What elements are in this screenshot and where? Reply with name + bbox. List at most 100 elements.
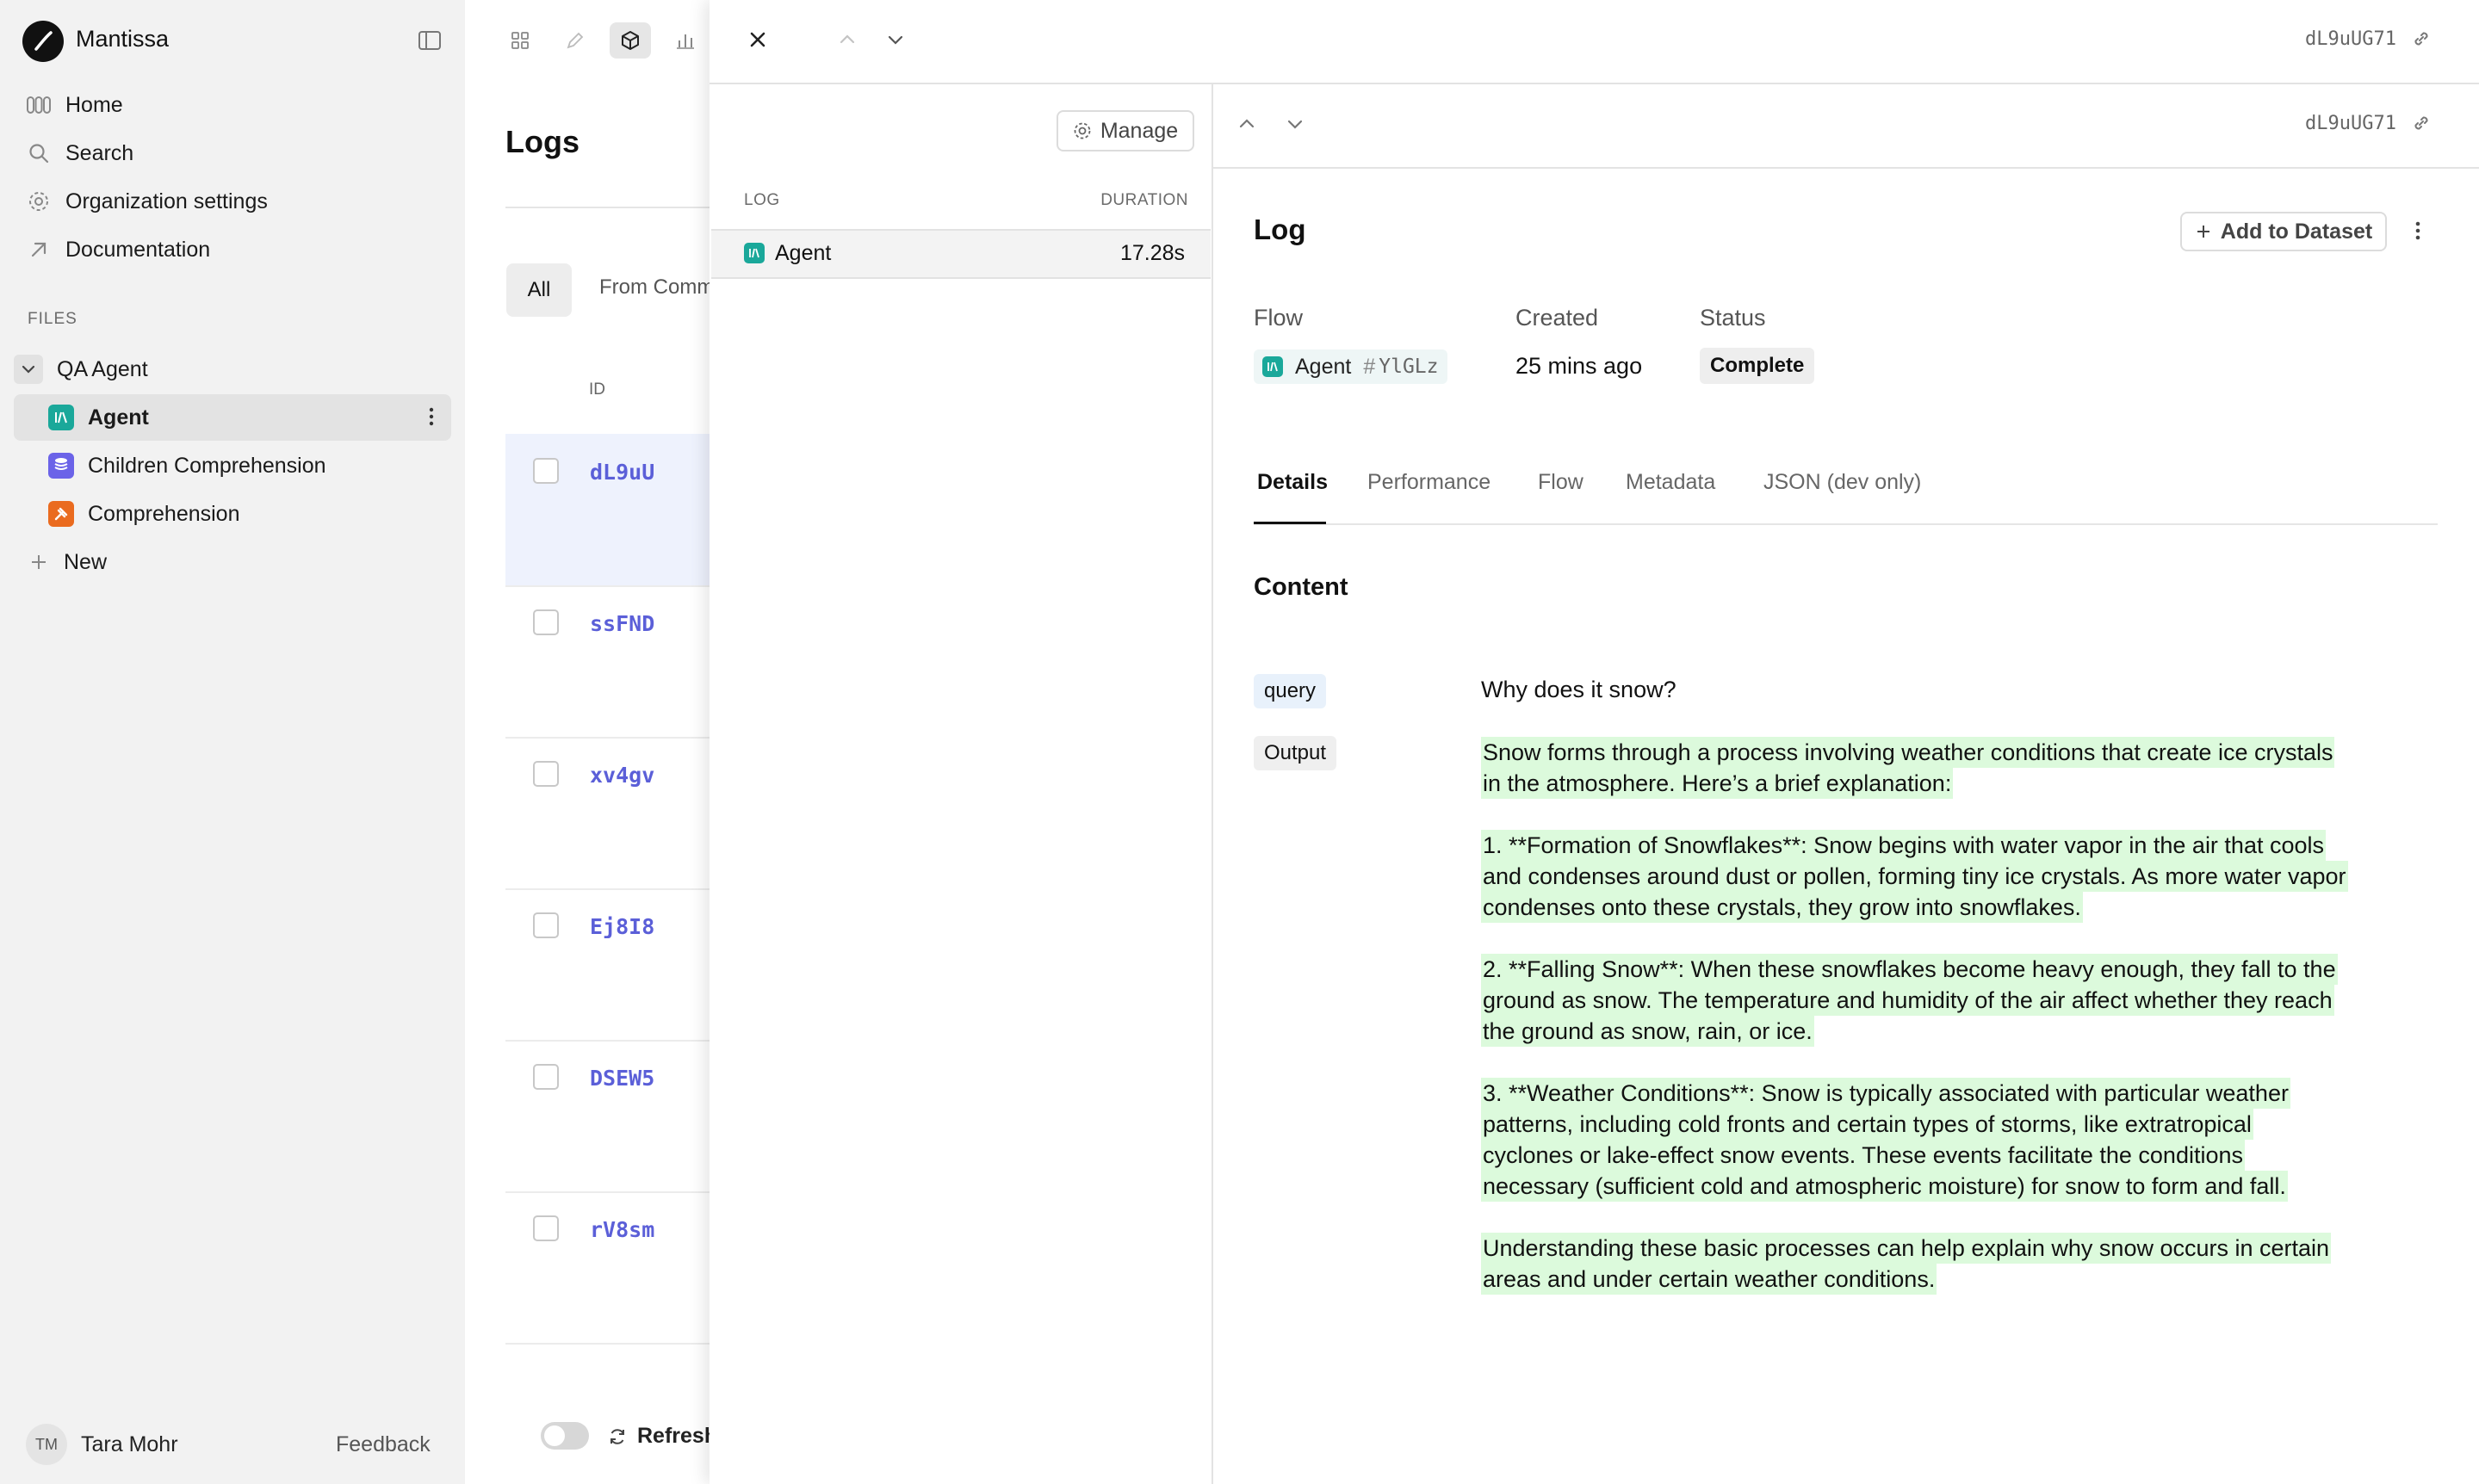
nav-organization-settings[interactable]: Organization settings — [26, 182, 268, 220]
gear-icon — [1073, 121, 1092, 140]
files-section-label: FILES — [28, 310, 77, 328]
tree-item-comprehension[interactable]: Comprehension — [14, 491, 451, 537]
tab-flow[interactable]: Flow — [1538, 470, 1583, 495]
output-line: patterns, including cold fronts and cert… — [1481, 1109, 2253, 1140]
flow-version: YlGLz — [1379, 356, 1439, 378]
filter-from-tab[interactable]: From Comm — [599, 275, 714, 300]
close-icon[interactable] — [746, 28, 770, 52]
manage-label: Manage — [1100, 118, 1179, 143]
tab-metadata[interactable]: Metadata — [1626, 470, 1715, 495]
bar-chart-icon[interactable] — [665, 22, 706, 59]
page-title: Logs — [505, 124, 579, 159]
divider — [505, 207, 729, 208]
nav-organization-settings-label: Organization settings — [65, 189, 268, 213]
tab-performance[interactable]: Performance — [1367, 470, 1490, 495]
row-checkbox[interactable] — [533, 1064, 559, 1090]
log-id[interactable]: Ej8I8 — [590, 914, 654, 939]
row-checkbox[interactable] — [533, 458, 559, 484]
status-badge: Complete — [1700, 348, 1815, 384]
row-checkbox[interactable] — [533, 912, 559, 938]
more-vertical-icon[interactable] — [2411, 217, 2425, 244]
output-line: in the atmosphere. Here’s a brief explan… — [1481, 768, 1954, 799]
tree-folder-qa-agent[interactable]: QA Agent — [14, 346, 451, 393]
cube-icon[interactable] — [610, 22, 651, 59]
log-id[interactable]: ssFND — [590, 611, 654, 636]
tree-item-agent[interactable]: Agent — [14, 394, 451, 441]
chevron-down-icon[interactable] — [14, 355, 43, 384]
auto-refresh-toggle[interactable] — [541, 1422, 589, 1450]
log-id[interactable]: rV8sm — [590, 1217, 654, 1242]
plus-icon — [2195, 223, 2212, 240]
divider — [1212, 167, 2479, 169]
grid-view-icon[interactable] — [499, 22, 541, 59]
log-id-text: dL9uUG71 — [2305, 112, 2396, 134]
refresh-label: Refresh — [637, 1424, 718, 1448]
active-tab-indicator — [1254, 522, 1326, 524]
output-line: ground as snow. The temperature and humi… — [1481, 985, 2334, 1016]
content-heading: Content — [1254, 573, 1348, 601]
filter-all-tab[interactable]: All — [506, 263, 572, 317]
hash-symbol: # — [1363, 354, 1376, 379]
chevron-down-icon[interactable] — [1283, 112, 1307, 136]
pencil-icon[interactable] — [555, 22, 596, 59]
chevron-up-icon[interactable] — [1235, 112, 1259, 136]
log-id[interactable]: dL9uU — [590, 460, 654, 485]
output-line: necessary (sufficient cold and atmospher… — [1481, 1171, 2288, 1202]
id-column-header: ID — [589, 380, 605, 399]
nav-documentation[interactable]: Documentation — [26, 231, 210, 269]
detail-log-id: dL9uUG71 — [2305, 112, 2433, 134]
avatar[interactable]: TM — [26, 1424, 67, 1465]
link-icon[interactable] — [2410, 112, 2433, 134]
log-id-text: dL9uUG71 — [2305, 28, 2396, 50]
tree-new-label: New — [64, 549, 108, 574]
trace-log-header: LOG — [744, 191, 780, 209]
add-to-dataset-button[interactable]: Add to Dataset — [2180, 212, 2387, 251]
status-label: Status — [1700, 305, 1766, 331]
more-vertical-icon[interactable] — [429, 406, 434, 427]
drawer-log-id: dL9uUG71 — [2305, 28, 2433, 50]
feedback-link[interactable]: Feedback — [336, 1432, 431, 1457]
output-line: cyclones or lake-effect snow events. The… — [1481, 1140, 2245, 1171]
output-line: condenses onto these crystals, they grow… — [1481, 892, 2083, 923]
nav-home-label: Home — [65, 92, 123, 117]
output-line: Understanding these basic processes can … — [1481, 1233, 2332, 1264]
created-value: 25 mins ago — [1515, 353, 1643, 379]
output-line: Snow forms through a process involving w… — [1481, 737, 2335, 768]
output-line: the ground as snow, rain, or ice. — [1481, 1016, 1814, 1047]
output-line: 1. **Formation of Snowflakes**: Snow beg… — [1481, 830, 2326, 861]
log-id[interactable]: DSEW5 — [590, 1066, 654, 1091]
app-logo[interactable] — [22, 21, 64, 62]
flow-label: Flow — [1254, 305, 1304, 331]
nav-home[interactable]: Home — [26, 86, 123, 124]
output-line: 2. **Falling Snow**: When these snowflak… — [1481, 954, 2338, 985]
query-key-badge: query — [1254, 674, 1327, 708]
tree-item-agent-label: Agent — [88, 405, 149, 430]
query-value: Why does it snow? — [1481, 677, 1676, 702]
output-line: areas and under certain weather conditio… — [1481, 1264, 1937, 1295]
tab-details[interactable]: Details — [1257, 470, 1328, 495]
tree-item-children-comprehension[interactable]: Children Comprehension — [14, 442, 451, 489]
manage-button[interactable]: Manage — [1057, 110, 1194, 151]
trace-column — [710, 84, 1213, 1484]
sidebar-toggle-icon[interactable] — [417, 28, 443, 53]
tab-json[interactable]: JSON (dev only) — [1763, 470, 1921, 495]
row-checkbox[interactable] — [533, 761, 559, 787]
flow-version-chip[interactable]: Agent # YlGLz — [1254, 349, 1447, 384]
nav-search[interactable]: Search — [26, 134, 133, 172]
log-id[interactable]: xv4gv — [590, 763, 654, 788]
trace-row[interactable]: Agent 17.28s — [711, 229, 1211, 279]
tree-new-button[interactable]: New — [14, 539, 451, 585]
app-name: Mantissa — [76, 26, 170, 52]
refresh-button[interactable]: Refresh — [608, 1424, 717, 1449]
row-checkbox[interactable] — [533, 609, 559, 635]
output-line: and condenses around dust or pollen, for… — [1481, 861, 2348, 892]
chevron-up-icon[interactable] — [835, 28, 859, 52]
chevron-down-icon[interactable] — [883, 28, 908, 52]
evaluator-file-icon — [48, 501, 74, 527]
agent-file-icon — [48, 405, 74, 430]
row-checkbox[interactable] — [533, 1215, 559, 1241]
output-key-badge: Output — [1254, 736, 1337, 770]
tree-item-comprehension-label: Comprehension — [88, 501, 240, 526]
refresh-icon — [608, 1427, 627, 1446]
link-icon[interactable] — [2410, 28, 2433, 50]
